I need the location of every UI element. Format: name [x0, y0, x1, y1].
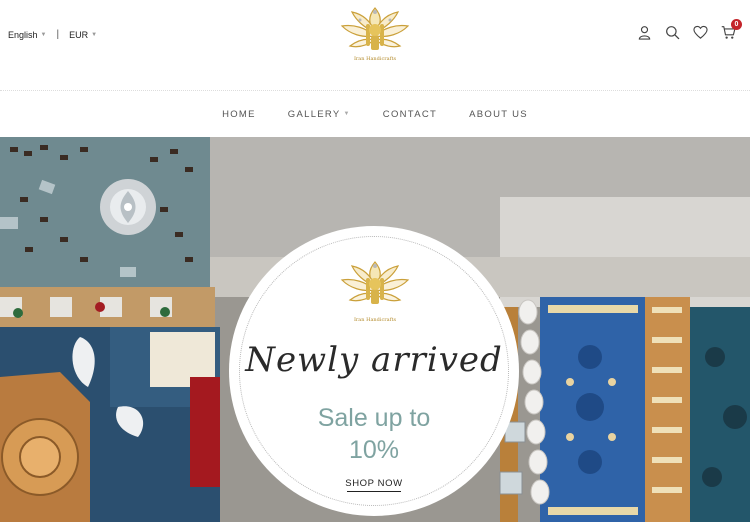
nav-item-label: GALLERY	[287, 108, 341, 120]
hero-headline: Newly arrived	[245, 340, 503, 380]
logo-caption: Iran Handicrafts	[353, 56, 397, 62]
nav-item-label: HOME	[222, 108, 256, 120]
cart-count-badge: 0	[731, 19, 742, 30]
language-selector[interactable]: English ▼	[8, 30, 46, 40]
nav-item-gallery[interactable]: GALLERY ▼	[288, 109, 351, 120]
locale-switcher: English ▼ | EUR ▼	[8, 29, 97, 40]
language-label: English	[8, 29, 38, 40]
nav-item-contact[interactable]: CONTACT	[383, 109, 437, 120]
locale-divider: |	[56, 29, 60, 40]
promo-logo-caption: Iran Handicrafts	[353, 317, 397, 323]
user-icon	[638, 26, 651, 40]
currency-selector[interactable]: EUR ▼	[69, 30, 97, 40]
heart-icon	[693, 25, 708, 39]
cart-button[interactable]: 0	[721, 19, 742, 40]
currency-label: EUR	[69, 29, 89, 40]
chevron-down-icon: ▼	[91, 31, 98, 38]
nav-item-label: CONTACT	[382, 108, 438, 120]
sale-percentage: 10%	[348, 436, 400, 464]
top-bar: English ▼ | EUR ▼ Iran Handicrafts 0	[0, 0, 750, 90]
promo-logo	[340, 261, 410, 304]
wishlist-button[interactable]	[693, 25, 708, 40]
account-button[interactable]	[637, 25, 652, 40]
search-button[interactable]	[665, 25, 680, 40]
chevron-down-icon: ▼	[40, 31, 47, 38]
shop-now-underline	[347, 491, 401, 492]
header-actions: 0	[637, 19, 742, 40]
sale-text: Sale up to	[317, 404, 431, 432]
chevron-down-icon: ▼	[343, 111, 351, 117]
main-navigation: HOME GALLERY ▼ CONTACT ABOUT US	[0, 90, 750, 137]
shop-now-button[interactable]: SHOP NOW	[330, 478, 418, 489]
nav-item-about-us[interactable]: ABOUT US	[469, 109, 528, 120]
nav-item-label: ABOUT US	[469, 108, 528, 120]
nav-item-home[interactable]: HOME	[222, 109, 256, 120]
search-icon	[666, 26, 680, 40]
